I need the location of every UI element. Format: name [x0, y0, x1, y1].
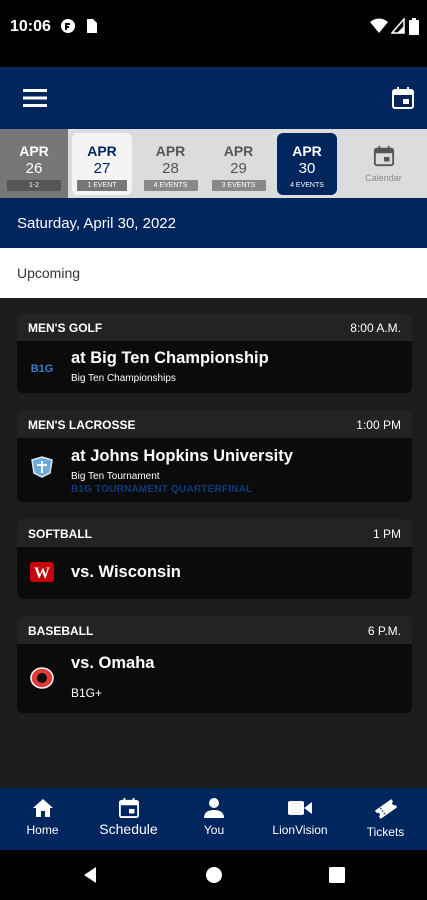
nav-label: Home	[26, 823, 59, 837]
event-opponent: at Johns Hopkins University	[71, 447, 293, 465]
date-apr-29[interactable]: APR 29 3 EVENTS	[207, 129, 270, 198]
date-day: 29	[230, 160, 247, 177]
nav-label: LionVision	[272, 823, 328, 837]
event-opponent: vs. Wisconsin	[71, 563, 181, 581]
nav-you[interactable]: You	[190, 788, 238, 850]
date-month: APR	[292, 143, 322, 159]
event-time: 1 PM	[372, 527, 401, 541]
date-month: APR	[19, 143, 49, 159]
svg-text:W: W	[34, 565, 50, 582]
nav-label: Tickets	[366, 825, 405, 839]
event-card-header: MEN'S GOLF 8:00 A.M.	[17, 313, 412, 341]
date-badge: 1-2	[7, 180, 61, 191]
date-month: APR	[223, 143, 254, 159]
recents-icon[interactable]	[328, 866, 346, 884]
omaha-logo	[30, 667, 54, 689]
battery-icon	[409, 18, 419, 35]
wifi-icon	[370, 18, 388, 33]
section-title: Upcoming	[17, 265, 81, 281]
calendar-icon[interactable]	[391, 86, 415, 110]
signal-icon	[391, 18, 405, 34]
date-month: APR	[155, 143, 186, 159]
date-apr-27[interactable]: APR 27 1 EVENT	[72, 133, 132, 195]
event-detail: B1G TOURNAMENT QUARTERFINAL	[71, 484, 253, 495]
date-apr-28[interactable]: APR 28 4 EVENTS	[139, 129, 202, 198]
nav-home[interactable]: Home	[15, 788, 70, 850]
event-card[interactable]: BASEBALL 6 P.M. vs. Omaha B1G+	[17, 616, 412, 713]
date-apr-26[interactable]: APR 26 1-2	[0, 129, 68, 198]
events-list: MEN'S GOLF 8:00 A.M. B1G at Big Ten Cham…	[0, 298, 427, 788]
event-card[interactable]: SOFTBALL 1 PM W vs. Wisconsin	[17, 519, 412, 599]
person-icon	[204, 798, 224, 818]
date-day: 26	[25, 160, 43, 177]
nav-tickets[interactable]: Tickets	[358, 788, 413, 850]
svg-text:B1G: B1G	[31, 363, 54, 375]
date-day: 28	[162, 160, 179, 177]
status-bar: 10:06	[0, 0, 427, 56]
event-time: 6 P.M.	[367, 624, 401, 638]
event-sport: BASEBALL	[28, 624, 94, 638]
home-circle-icon[interactable]	[205, 866, 223, 884]
event-card-header: SOFTBALL 1 PM	[17, 519, 412, 547]
home-icon	[32, 799, 53, 817]
date-strip: APR 26 1-2 APR 27 1 EVENT APR 28 4 EVENT…	[0, 129, 427, 198]
date-badge: 3 EVENTS	[211, 180, 266, 191]
nav-label: Schedule	[99, 821, 158, 837]
section-header: Upcoming	[0, 248, 427, 298]
nav-schedule[interactable]: Schedule	[91, 788, 166, 850]
selected-date: Saturday, April 30, 2022	[17, 215, 176, 232]
ticket-icon	[374, 799, 397, 819]
event-subtitle: Big Ten Championships	[71, 373, 176, 384]
selected-date-bar: Saturday, April 30, 2022	[0, 198, 427, 248]
sim-card-icon	[87, 19, 97, 33]
hamburger-menu-icon[interactable]	[23, 89, 47, 107]
event-card-header: MEN'S LACROSSE 1:00 PM	[17, 410, 412, 438]
event-opponent: at Big Ten Championship	[71, 349, 269, 367]
event-sport: SOFTBALL	[28, 527, 92, 541]
date-month: APR	[87, 143, 117, 159]
date-badge: 1 EVENT	[77, 180, 127, 191]
event-card[interactable]: MEN'S GOLF 8:00 A.M. B1G at Big Ten Cham…	[17, 313, 412, 393]
date-badge: 4 EVENTS	[143, 180, 198, 191]
big-ten-logo: B1G	[31, 363, 54, 375]
event-opponent: vs. Omaha	[71, 654, 155, 672]
system-nav-bar	[0, 850, 427, 900]
nav-label: You	[203, 823, 225, 837]
app-bar	[0, 67, 427, 129]
calendar-button[interactable]: Calendar	[340, 129, 427, 198]
event-time: 8:00 A.M.	[350, 321, 401, 335]
event-subtitle: B1G+	[71, 686, 103, 700]
johns-hopkins-logo	[31, 456, 53, 478]
date-day: 27	[93, 160, 111, 177]
event-card-header: BASEBALL 6 P.M.	[17, 616, 412, 644]
event-sport: MEN'S LACROSSE	[28, 418, 136, 432]
calendar-label: Calendar	[365, 173, 402, 183]
event-card[interactable]: MEN'S LACROSSE 1:00 PM at Johns Hopkins …	[17, 410, 412, 502]
calendar-icon	[373, 145, 394, 167]
date-badge: 4 EVENTS	[290, 182, 324, 189]
video-camera-icon	[288, 801, 312, 815]
schedule-icon	[118, 798, 139, 818]
event-subtitle: Big Ten Tournament	[71, 471, 160, 482]
nav-lionvision[interactable]: LionVision	[264, 788, 336, 850]
status-time: 10:06	[10, 18, 51, 35]
back-icon[interactable]	[81, 866, 99, 884]
app-notification-icon	[61, 19, 75, 33]
wisconsin-logo: W	[30, 562, 54, 582]
bottom-nav: Home Schedule You LionVision Tickets	[0, 788, 427, 850]
event-time: 1:00 PM	[356, 418, 401, 432]
date-apr-30[interactable]: APR 30 4 EVENTS	[277, 133, 337, 195]
event-sport: MEN'S GOLF	[28, 321, 103, 335]
date-day: 30	[298, 160, 316, 177]
